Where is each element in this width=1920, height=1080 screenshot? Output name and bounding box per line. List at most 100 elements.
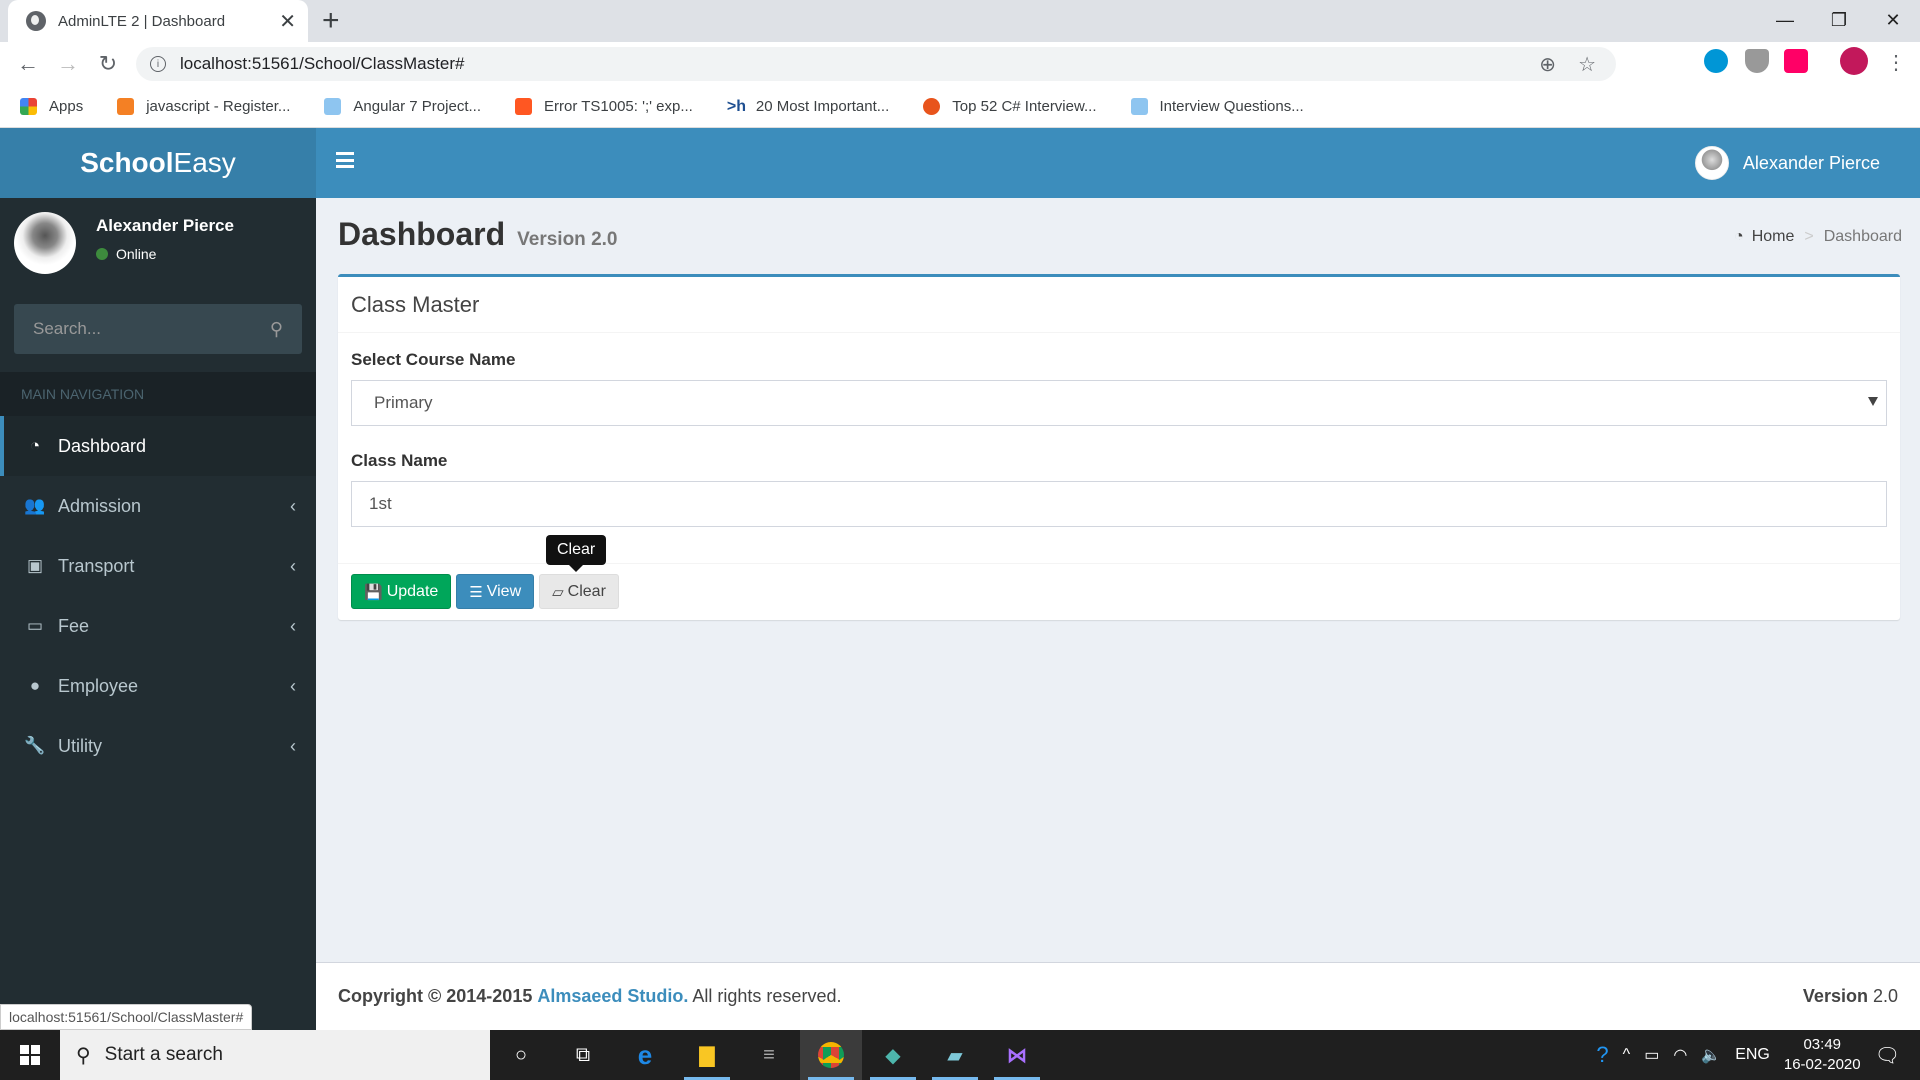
minimize-button[interactable]: — — [1758, 0, 1812, 40]
forward-button[interactable]: → — [48, 46, 88, 82]
bookmark-apps[interactable]: Apps — [20, 98, 83, 115]
course-label: Select Course Name — [351, 350, 516, 369]
task-view-icon[interactable]: ⧉ — [552, 1030, 614, 1080]
app-header: School Easy Alexander Pierce — [0, 128, 1920, 198]
system-tray: ? ^ ▭ ◠ 🔈 ENG 03:49 16-02-2020 🗨 — [1596, 1030, 1920, 1080]
sidebar-search: ⚲ — [14, 304, 302, 354]
search-icon[interactable]: ⚲ — [270, 319, 283, 340]
wifi-icon[interactable]: ◠ — [1673, 1045, 1687, 1065]
sidebar-item-fee[interactable]: ▭ Fee ‹ — [0, 596, 316, 656]
breadcrumb-separator: > — [1804, 228, 1814, 245]
hp-extension-icon[interactable] — [1704, 49, 1728, 73]
sidebar-item-employee[interactable]: ● Employee ‹ — [0, 656, 316, 716]
browser-toolbar: ← → ↻ i localhost:51561/School/ClassMast… — [0, 42, 1920, 86]
profile-avatar[interactable] — [1840, 47, 1868, 75]
course-form-group: Select Course Name Primary — [351, 350, 1887, 426]
show-hidden-icons[interactable]: ^ — [1623, 1046, 1631, 1064]
notepad-icon[interactable]: ▰ — [924, 1030, 986, 1080]
copyright-text: Copyright © 2014-2015 — [338, 986, 533, 1006]
clear-button[interactable]: ▱ Clear — [539, 574, 619, 609]
clock[interactable]: 03:49 16-02-2020 — [1784, 1035, 1861, 1075]
course-select[interactable]: Primary — [351, 380, 1887, 426]
bookmark-item[interactable]: Interview Questions... — [1130, 98, 1304, 115]
new-tab-button[interactable]: + — [322, 4, 340, 38]
dashboard-icon: ◔ — [29, 436, 41, 455]
user-avatar — [1694, 146, 1729, 180]
sidebar-item-transport[interactable]: ▣ Transport ‹ — [0, 536, 316, 596]
menu-dots-icon[interactable]: ⋮ — [1886, 50, 1906, 75]
chrome-icon[interactable] — [800, 1030, 862, 1080]
database-icon[interactable]: ≡ — [738, 1030, 800, 1080]
cortana-icon[interactable]: ○ — [490, 1030, 552, 1080]
wrench-icon: 🔧 — [24, 736, 46, 755]
sidebar: Alexander Pierce Online ⚲ MAIN NAVIGATIO… — [0, 198, 316, 1030]
visual-studio-icon[interactable]: ⋈ — [986, 1030, 1048, 1080]
help-icon[interactable]: ? — [1596, 1042, 1608, 1068]
sidebar-item-dashboard[interactable]: ◔ Dashboard — [0, 416, 316, 476]
update-button[interactable]: 💾 Update — [351, 574, 452, 609]
volume-icon[interactable]: 🔈 — [1701, 1045, 1721, 1065]
sidebar-item-admission[interactable]: 👥 Admission ‹ — [0, 476, 316, 536]
language-indicator[interactable]: ENG — [1735, 1046, 1770, 1064]
bookmark-label: Error TS1005: ';' exp... — [544, 98, 693, 115]
close-tab-icon[interactable]: ✕ — [279, 9, 296, 34]
edge-icon[interactable]: e — [614, 1030, 676, 1080]
sidebar-item-label: Utility — [58, 735, 102, 756]
back-button[interactable]: ← — [8, 46, 48, 82]
chevron-left-icon: ‹ — [290, 555, 296, 576]
user-menu[interactable]: Alexander Pierce — [1694, 128, 1880, 198]
notifications-icon[interactable]: 🗨 — [1875, 1043, 1900, 1068]
money-icon: ▭ — [26, 616, 44, 635]
class-name-input[interactable]: 1st — [351, 481, 1887, 527]
start-button[interactable] — [0, 1030, 60, 1080]
bookmark-label: Apps — [49, 98, 84, 115]
bookmark-item[interactable]: Error TS1005: ';' exp... — [515, 98, 693, 115]
bookmark-item[interactable]: >h 20 Most Important... — [727, 98, 889, 115]
sidebar-search-input[interactable] — [33, 319, 270, 339]
extension-icon[interactable] — [1784, 49, 1808, 73]
file-explorer-icon[interactable]: ▇ — [676, 1030, 738, 1080]
bookmark-label: Top 52 C# Interview... — [952, 98, 1097, 115]
bookmark-item[interactable]: Top 52 C# Interview... — [923, 98, 1097, 115]
clear-tooltip: Clear — [546, 535, 607, 572]
reload-button[interactable]: ↻ — [88, 46, 128, 82]
address-bar[interactable]: i localhost:51561/School/ClassMaster# ⊕ … — [136, 47, 1616, 81]
battery-icon[interactable]: ▭ — [1644, 1045, 1659, 1065]
zoom-icon[interactable]: ⊕ — [1539, 52, 1556, 77]
save-icon: 💾 — [364, 583, 383, 601]
view-label: View — [486, 582, 522, 600]
update-label: Update — [386, 582, 439, 600]
version-value: 2.0 — [1872, 986, 1898, 1006]
clock-date: 16-02-2020 — [1783, 1056, 1861, 1073]
shield-extension-icon[interactable] — [1745, 49, 1769, 73]
taskbar-search[interactable]: ⚲ Start a search — [60, 1030, 490, 1080]
sidebar-toggle-icon[interactable] — [336, 152, 354, 168]
user-panel: Alexander Pierce Online — [14, 212, 234, 274]
box-title: Class Master — [338, 277, 1900, 333]
close-window-button[interactable]: ✕ — [1866, 0, 1920, 40]
bookmark-label: Interview Questions... — [1159, 98, 1304, 115]
sidebar-avatar — [14, 212, 76, 274]
chevron-left-icon: ‹ — [290, 735, 296, 756]
taskbar-apps: ○ ⧉ e ▇ ≡ ◆ ▰ ⋈ — [490, 1030, 1048, 1080]
guru99-icon — [923, 98, 941, 115]
bookmarks-bar: Apps javascript - Register... Angular 7 … — [0, 86, 1920, 128]
company-link[interactable]: Almsaeed Studio. — [537, 986, 688, 1006]
logo-bold: School — [80, 147, 174, 178]
browser-tab[interactable]: AdminLTE 2 | Dashboard ✕ — [8, 0, 308, 42]
bookmark-item[interactable]: javascript - Register... — [117, 98, 290, 115]
sidebar-item-utility[interactable]: 🔧 Utility ‹ — [0, 716, 316, 776]
app-logo[interactable]: School Easy — [0, 128, 316, 198]
dashboard-icon: ◔ — [1734, 228, 1744, 245]
info-icon[interactable]: i — [150, 56, 166, 72]
restore-button[interactable]: ❐ — [1812, 0, 1866, 40]
page-title-text: Dashboard — [338, 216, 506, 252]
eraser-icon: ▱ — [552, 583, 564, 601]
filmora-icon[interactable]: ◆ — [862, 1030, 924, 1080]
view-button[interactable]: ☰ View — [456, 574, 535, 609]
dropdown-caret-icon — [1868, 397, 1878, 406]
bookmark-star-icon[interactable]: ☆ — [1578, 52, 1596, 77]
bookmark-item[interactable]: Angular 7 Project... — [324, 98, 481, 115]
page-title: Dashboard Version 2.0 — [338, 216, 617, 253]
breadcrumb-home[interactable]: Home — [1752, 228, 1795, 246]
